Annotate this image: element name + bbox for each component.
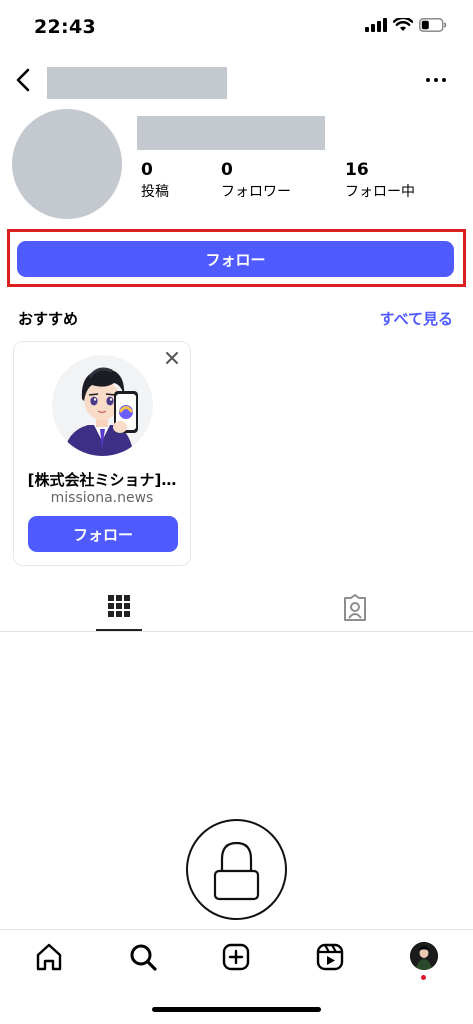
fullname-placeholder [137, 116, 325, 150]
suggestion-subtitle: missiona.news [50, 490, 154, 506]
suggestion-name[interactable]: [株式会社ミショナ]… [13, 469, 191, 490]
profile-avatar [12, 109, 122, 219]
grid-icon[interactable] [107, 594, 131, 618]
followers-label[interactable]: フォロワー [221, 181, 291, 201]
more-icon[interactable] [423, 72, 449, 88]
home-indicator[interactable] [152, 1007, 321, 1012]
notification-dot [421, 975, 426, 980]
lock-icon [213, 841, 260, 901]
suggestions-title: おすすめ [18, 310, 79, 328]
create-icon[interactable] [220, 941, 252, 973]
profile-tab-avatar[interactable] [410, 942, 438, 970]
close-icon[interactable] [165, 351, 179, 365]
posts-count: 0 [141, 160, 153, 180]
avatar-image [410, 942, 438, 970]
followers-count[interactable]: 0 [221, 160, 233, 180]
following-label[interactable]: フォロー中 [345, 181, 415, 201]
username-placeholder [47, 67, 227, 99]
tagged-icon[interactable] [341, 594, 369, 622]
search-icon[interactable] [127, 941, 159, 973]
private-account-lock [186, 819, 287, 920]
status-icons [365, 18, 447, 32]
see-all-link[interactable]: すべて見る [380, 308, 453, 329]
back-arrow-icon[interactable] [10, 64, 38, 96]
signal-icon [365, 18, 387, 32]
tab-divider [0, 631, 473, 632]
follow-button[interactable]: フォロー [17, 241, 454, 277]
battery-icon [419, 18, 447, 32]
status-time: 22:43 [34, 16, 96, 38]
wifi-icon [393, 18, 413, 31]
home-icon[interactable] [33, 941, 65, 973]
posts-label: 投稿 [141, 184, 169, 200]
suggestion-follow-button[interactable]: フォロー [28, 516, 178, 552]
following-count[interactable]: 16 [345, 160, 369, 180]
bottom-nav-border [0, 929, 473, 930]
character-illustration [64, 367, 138, 456]
reels-icon[interactable] [314, 941, 346, 973]
suggestion-avatar[interactable] [52, 355, 153, 456]
